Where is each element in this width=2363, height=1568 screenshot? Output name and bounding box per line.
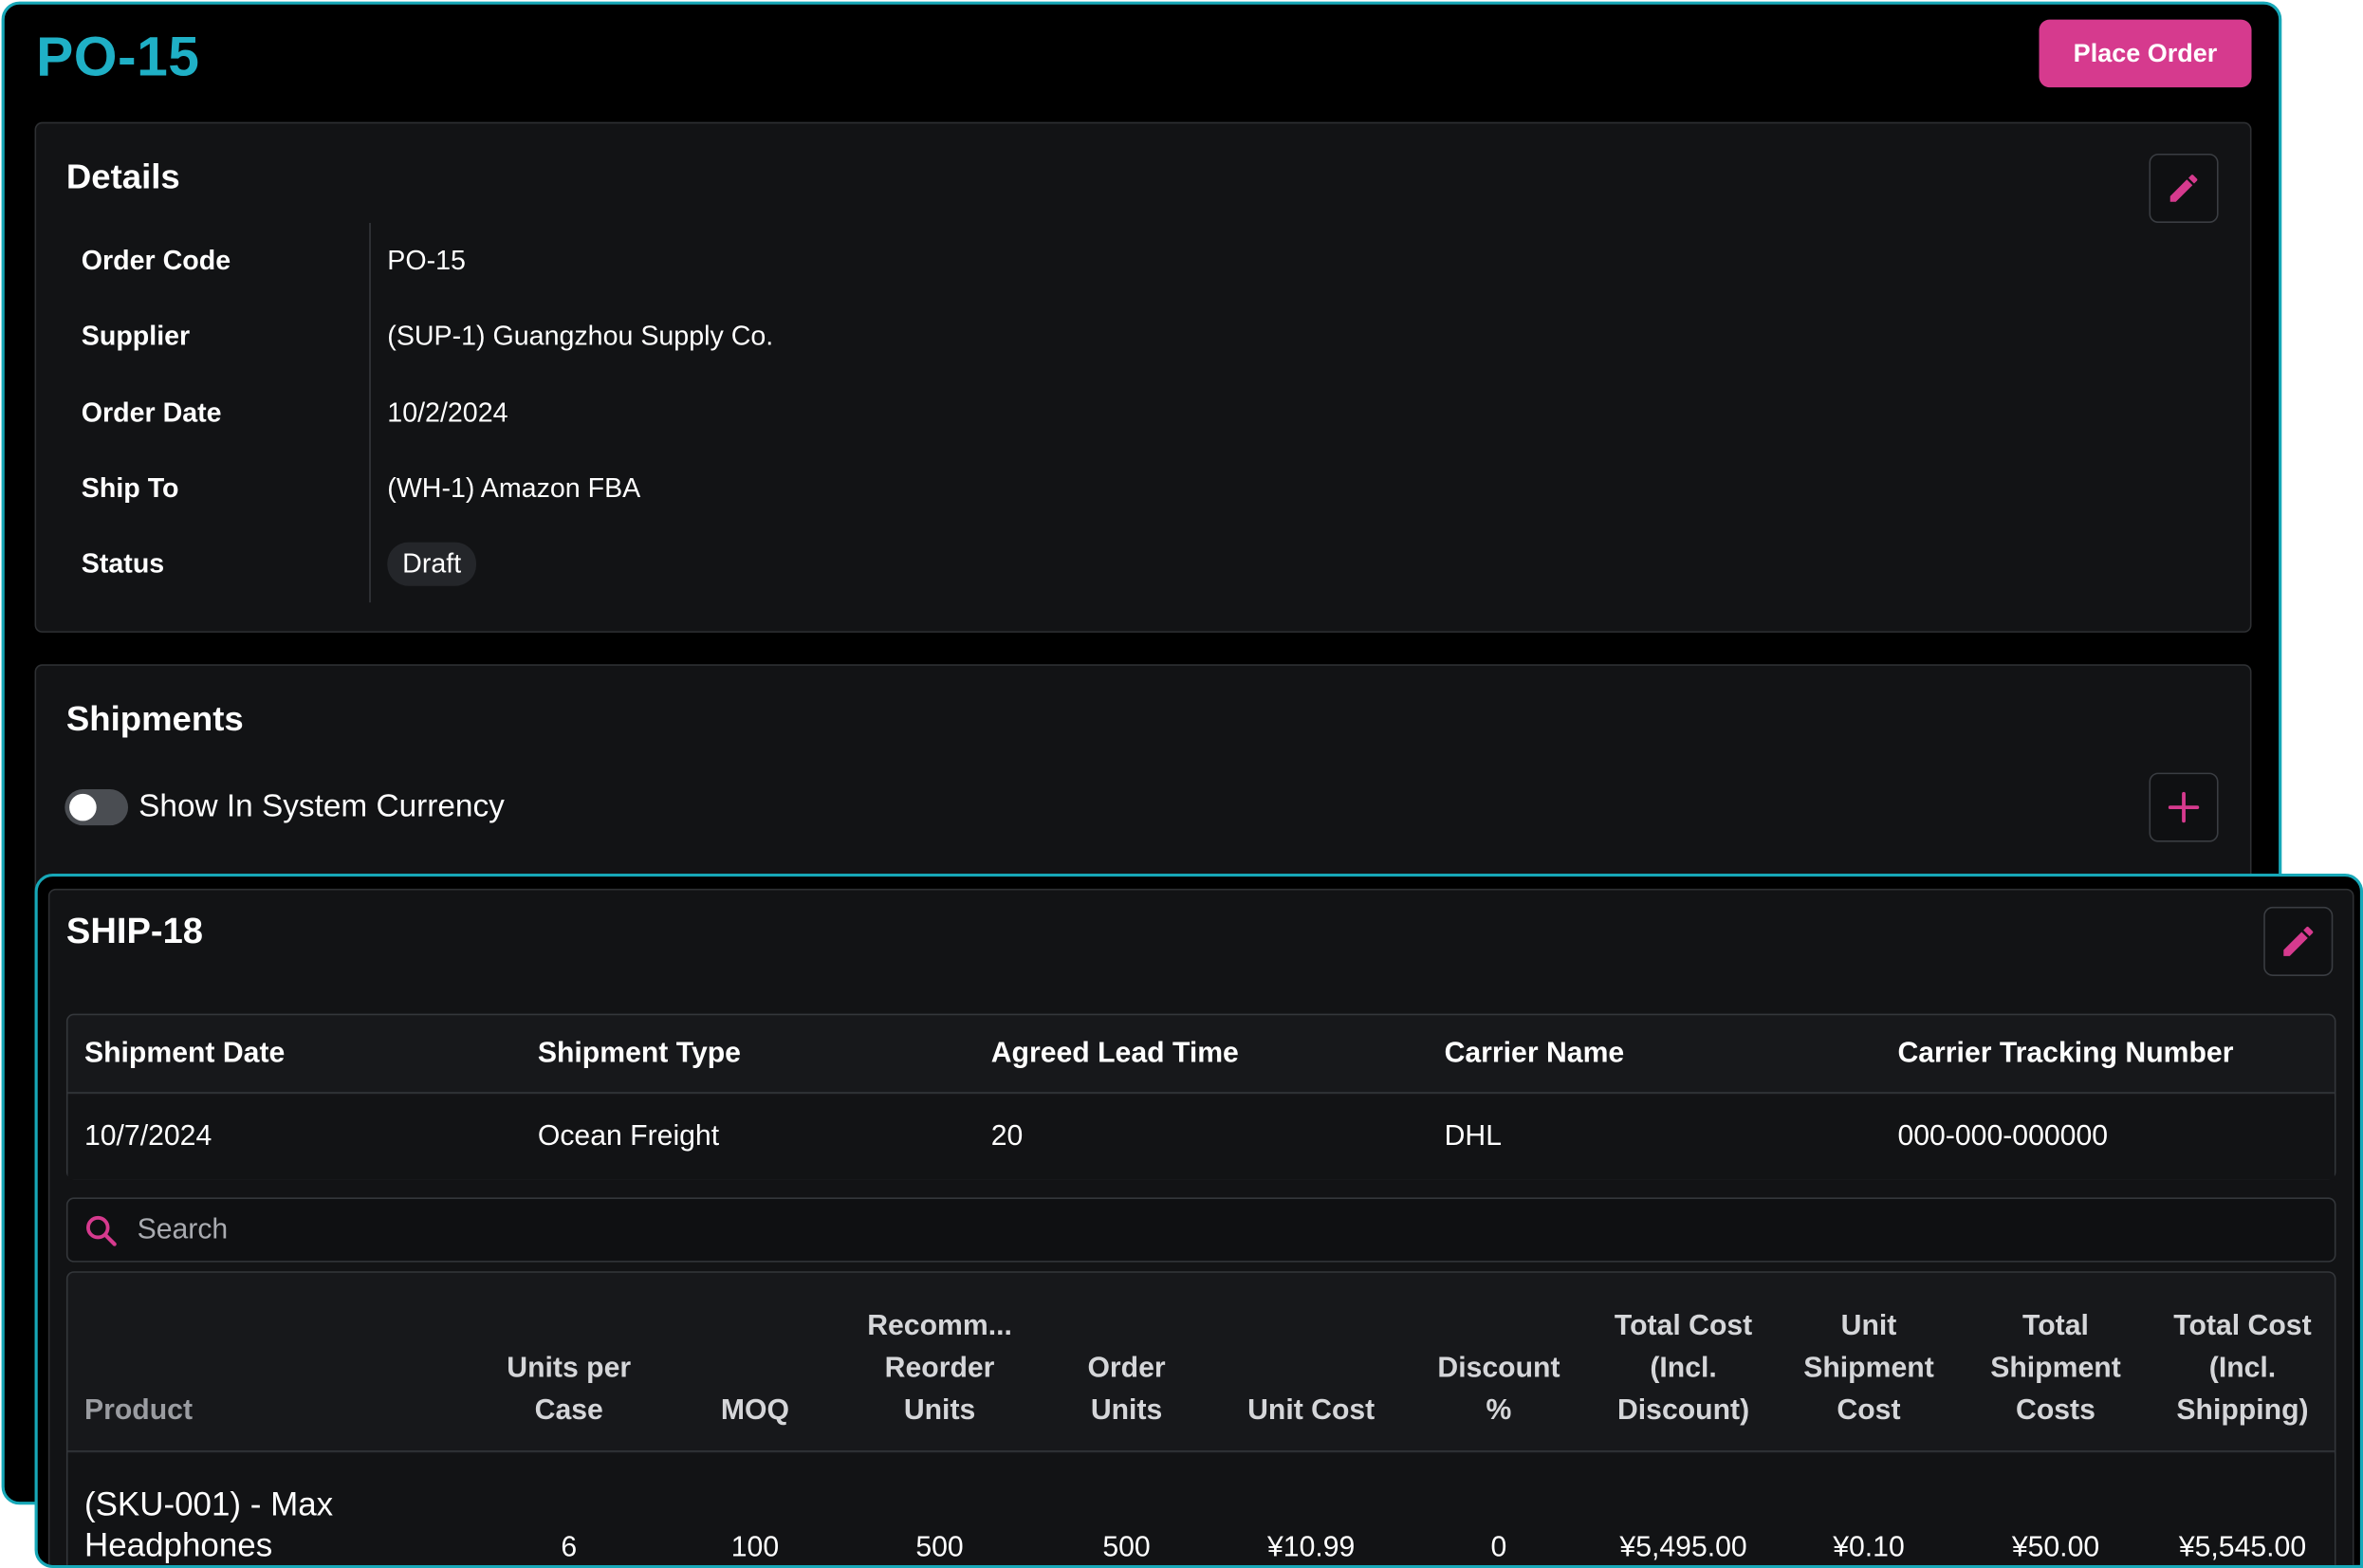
table-cell: 000-000-000000 — [1897, 1120, 2109, 1153]
table-cell: 20 — [990, 1120, 1024, 1153]
page-title: PO-15 — [36, 25, 200, 88]
column-header-unit-shipment-cost[interactable]: Unit Shipment Cost — [1786, 1306, 1952, 1432]
total-cost-shipping-cell: ¥5,545.00 — [2178, 1531, 2307, 1564]
detail-value: PO-15 — [387, 245, 466, 275]
shipment-window: SHIP-18 Shipment Date Shipment Type Agre… — [34, 873, 2363, 1568]
product-cell: (SKU-001) - Max Headphones — [83, 1485, 334, 1564]
system-currency-toggle[interactable] — [65, 789, 129, 826]
table-cell: DHL — [1444, 1120, 1502, 1153]
column-header-total-shipment-costs[interactable]: Total Shipment Costs — [1966, 1306, 2144, 1432]
reorder-units-cell: 500 — [915, 1531, 964, 1564]
search-box — [65, 1197, 2336, 1263]
status-badge: Draft — [387, 541, 477, 585]
detail-row-ship-to: Ship To (WH-1) Amazon FBA — [82, 466, 640, 511]
search-input[interactable] — [137, 1210, 1494, 1250]
search-icon — [86, 1215, 117, 1246]
unit-shipment-cost-cell: ¥0.10 — [1833, 1531, 1905, 1564]
column-header: Shipment Date — [83, 1037, 286, 1069]
detail-row-order-date: Order Date 10/2/2024 — [82, 390, 508, 435]
table-row[interactable]: (SKU-001) - Max Headphones 6 100 500 500… — [67, 1453, 2335, 1565]
moq-cell: 100 — [730, 1531, 780, 1564]
column-header-total-cost-shipping[interactable]: Total Cost (Incl. Shipping) — [2153, 1306, 2331, 1432]
shipment-title: SHIP-18 — [65, 911, 204, 952]
detail-value: (SUP-1) Guangzhou Supply Co. — [387, 320, 774, 351]
column-header-total-cost-discount[interactable]: Total Cost (Incl. Discount) — [1593, 1306, 1774, 1432]
detail-label: Order Date — [81, 397, 222, 428]
table-row: 10/7/2024 Ocean Freight 20 DHL 000-000-0… — [67, 1095, 2335, 1180]
order-units-cell: 500 — [1102, 1531, 1151, 1564]
column-header-unit-cost[interactable]: Unit Cost — [1221, 1391, 1402, 1432]
units-per-case-cell: 6 — [561, 1531, 578, 1564]
detail-row-status: Status Draft — [81, 541, 477, 586]
toggle-knob — [69, 793, 97, 821]
total-shipment-costs-cell: ¥50.00 — [2011, 1531, 2100, 1564]
table-cell: Ocean Freight — [537, 1120, 720, 1153]
detail-row-order-code: Order Code PO-15 — [82, 238, 466, 284]
column-header-discount[interactable]: Discount % — [1412, 1348, 1586, 1432]
system-currency-toggle-label: Show In System Currency — [138, 789, 505, 824]
detail-label: Status — [81, 547, 165, 578]
detail-label: Supplier — [81, 320, 191, 351]
column-header: Carrier Name — [1444, 1037, 1625, 1069]
plus-icon — [2168, 791, 2200, 823]
pencil-icon — [2283, 926, 2314, 956]
column-header-units-per-case[interactable]: Units per Case — [474, 1348, 663, 1432]
column-header: Carrier Tracking Number — [1897, 1037, 2234, 1069]
detail-value: 10/2/2024 — [387, 397, 508, 428]
table-header-row: Product Units per Case MOQ Recomm... Reo… — [67, 1273, 2335, 1452]
column-header: Shipment Type — [537, 1037, 741, 1069]
products-table: Product Units per Case MOQ Recomm... Reo… — [65, 1271, 2336, 1565]
detail-label: Order Code — [81, 245, 231, 275]
detail-label: Ship To — [81, 471, 179, 503]
column-header-recommended-reorder-units[interactable]: Recomm... Reorder Units — [845, 1306, 1034, 1432]
details-title: Details — [65, 157, 180, 196]
column-header-moq[interactable]: MOQ — [680, 1391, 831, 1432]
shipments-title: Shipments — [65, 698, 244, 739]
edit-details-button[interactable] — [2149, 153, 2219, 224]
discount-cell: 0 — [1490, 1531, 1507, 1564]
details-card: Details Order Code PO-15 Supplier (SUP-1… — [34, 121, 2252, 633]
shipment-card: SHIP-18 Shipment Date Shipment Type Agre… — [47, 888, 2354, 1565]
column-header-product[interactable]: Product — [84, 1391, 193, 1432]
edit-shipment-button[interactable] — [2263, 906, 2334, 976]
column-header-order-units[interactable]: Order Units — [1047, 1348, 1206, 1432]
column-header: Agreed Lead Time — [990, 1037, 1239, 1069]
shipment-info-table: Shipment Date Shipment Type Agreed Lead … — [65, 1013, 2336, 1180]
table-header-row: Shipment Date Shipment Type Agreed Lead … — [67, 1015, 2335, 1094]
detail-row-supplier: Supplier (SUP-1) Guangzhou Supply Co. — [82, 313, 773, 359]
detail-value: (WH-1) Amazon FBA — [387, 471, 641, 503]
pencil-icon — [2169, 175, 2198, 202]
total-cost-discount-cell: ¥5,495.00 — [1619, 1531, 1747, 1564]
place-order-button[interactable]: Place Order — [2039, 19, 2252, 88]
add-shipment-button[interactable] — [2149, 772, 2219, 842]
table-cell: 10/7/2024 — [83, 1120, 212, 1153]
unit-cost-cell: ¥10.99 — [1266, 1531, 1356, 1564]
